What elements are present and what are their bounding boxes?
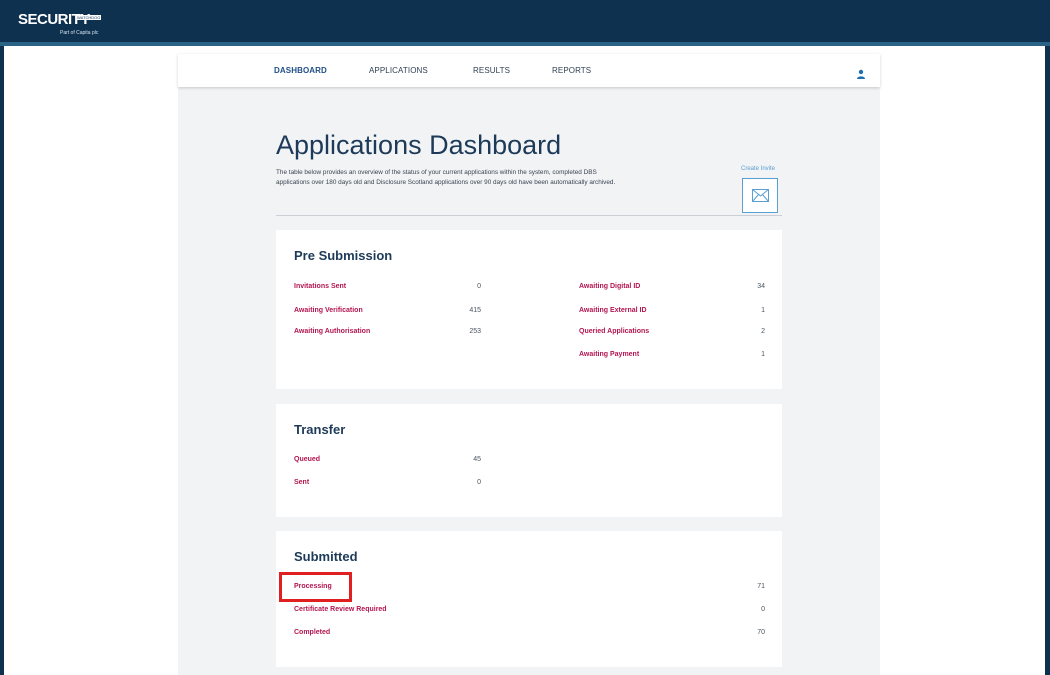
queued-count: 45 bbox=[473, 456, 481, 463]
submitted-title: Submitted bbox=[294, 549, 358, 564]
awaiting-external-id-link[interactable]: Awaiting External ID bbox=[579, 307, 647, 314]
processing-count: 71 bbox=[757, 583, 765, 590]
queried-applications-count: 2 bbox=[761, 328, 765, 335]
awaiting-authorisation-count: 253 bbox=[469, 328, 481, 335]
sent-count: 0 bbox=[477, 479, 481, 486]
brand-logo[interactable]: SECURITY WATCHDOG Part of Capita plc bbox=[18, 11, 102, 36]
top-header-bar: SECURITY WATCHDOG Part of Capita plc bbox=[0, 0, 1050, 46]
create-invite-button[interactable] bbox=[742, 178, 778, 213]
queued-link[interactable]: Queued bbox=[294, 456, 320, 463]
main-navigation: DASHBOARD APPLICATIONS RESULTS REPORTS bbox=[178, 54, 880, 87]
transfer-title: Transfer bbox=[294, 422, 346, 437]
certificate-review-required-count: 0 bbox=[761, 606, 765, 613]
page-title: Applications Dashboard bbox=[276, 130, 562, 160]
awaiting-payment-link[interactable]: Awaiting Payment bbox=[579, 351, 639, 358]
awaiting-verification-count: 415 bbox=[469, 307, 481, 314]
awaiting-digital-id-count: 34 bbox=[757, 283, 765, 290]
awaiting-verification-link[interactable]: Awaiting Verification bbox=[294, 307, 363, 314]
queried-applications-link[interactable]: Queried Applications bbox=[579, 328, 649, 335]
nav-applications[interactable]: APPLICATIONS bbox=[369, 66, 428, 75]
window-frame-right bbox=[1045, 46, 1050, 675]
processing-highlight-box bbox=[279, 572, 352, 602]
completed-count: 70 bbox=[757, 629, 765, 636]
envelope-icon bbox=[752, 189, 769, 202]
user-icon[interactable] bbox=[856, 66, 866, 79]
sent-link[interactable]: Sent bbox=[294, 479, 309, 486]
invitations-sent-count: 0 bbox=[477, 283, 481, 290]
window-frame-left bbox=[0, 46, 4, 675]
intro-text: The table below provides an overview of … bbox=[276, 169, 616, 186]
certificate-review-required-link[interactable]: Certificate Review Required bbox=[294, 606, 387, 613]
logo-tagline: Part of Capita plc bbox=[60, 30, 99, 36]
completed-link[interactable]: Completed bbox=[294, 629, 330, 636]
awaiting-external-id-count: 1 bbox=[761, 307, 765, 314]
awaiting-authorisation-link[interactable]: Awaiting Authorisation bbox=[294, 328, 370, 335]
pre-submission-card: Pre Submission Invitations Sent 0 Awaiti… bbox=[276, 230, 782, 389]
invitations-sent-link[interactable]: Invitations Sent bbox=[294, 283, 346, 290]
pre-submission-title: Pre Submission bbox=[294, 248, 393, 263]
logo-badge: WATCHDOG bbox=[76, 15, 102, 20]
nav-reports[interactable]: REPORTS bbox=[552, 66, 591, 75]
nav-results[interactable]: RESULTS bbox=[473, 66, 510, 75]
create-invite-label[interactable]: Create Invite bbox=[741, 166, 775, 172]
header-divider bbox=[276, 215, 782, 216]
awaiting-digital-id-link[interactable]: Awaiting Digital ID bbox=[579, 283, 640, 290]
transfer-card: Transfer Queued 45 Sent 0 bbox=[276, 404, 782, 517]
nav-dashboard[interactable]: DASHBOARD bbox=[274, 66, 327, 75]
awaiting-payment-count: 1 bbox=[761, 351, 765, 358]
